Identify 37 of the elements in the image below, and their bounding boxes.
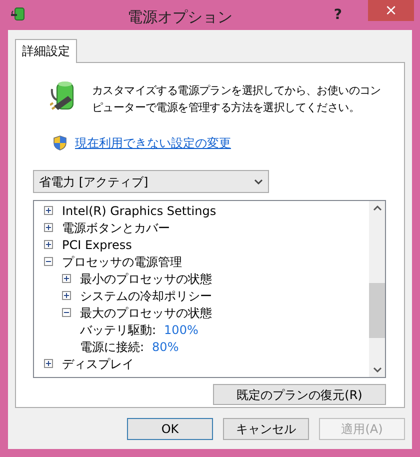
description-text: カスタマイズする電源プランを選択してから、お使いのコンピューターで電源を管理する方法を選択してください。	[92, 83, 382, 116]
tree-item[interactable]: ディスプレイ	[62, 354, 134, 372]
tree-item[interactable]: 最大のプロセッサの状態	[80, 304, 212, 322]
setting-label: 電源に接続:	[80, 338, 144, 356]
tree-item[interactable]: PCI Express	[62, 236, 132, 254]
plan-dropdown[interactable]: 省電力 [アクティブ]	[33, 170, 269, 193]
setting-value[interactable]: 80%	[152, 338, 179, 356]
window-title: 電源オプション	[127, 7, 232, 28]
expand-icon[interactable]	[44, 206, 53, 215]
dialog-button[interactable]: OK	[127, 418, 213, 440]
shield-icon	[53, 135, 67, 151]
tree-item[interactable]: Intel(R) Graphics Settings	[62, 202, 216, 220]
chevron-down-icon	[254, 178, 263, 184]
expand-icon[interactable]	[62, 291, 71, 300]
expand-icon[interactable]	[44, 359, 53, 368]
restore-defaults-button[interactable]: 既定のプランの復元(R)	[213, 384, 386, 405]
close-button[interactable]: ×	[368, 0, 414, 21]
expand-icon[interactable]	[62, 274, 71, 283]
scrollbar-thumb[interactable]	[369, 283, 385, 338]
tree-item[interactable]: 最小のプロセッサの状態	[80, 270, 212, 288]
collapse-icon[interactable]	[62, 308, 71, 317]
scroll-down-icon[interactable]	[372, 367, 382, 373]
change-settings-link[interactable]: 現在利用できない設定の変更	[75, 134, 231, 152]
scrollbar[interactable]	[369, 201, 385, 377]
setting-label: バッテリ駆動:	[80, 322, 156, 338]
tab[interactable]: 詳細設定	[15, 39, 77, 63]
tree-item[interactable]: 電源ボタンとカバー	[62, 218, 170, 236]
expand-icon[interactable]	[44, 223, 53, 232]
tree-item[interactable]: プロセッサの電源管理	[62, 252, 182, 270]
scroll-up-icon[interactable]	[372, 205, 382, 211]
setting-value[interactable]: 100%	[164, 320, 198, 338]
expand-icon[interactable]	[44, 240, 53, 249]
tree-item[interactable]: システムの冷却ポリシー	[80, 286, 212, 304]
dialog-button[interactable]: キャンセル	[223, 418, 309, 440]
battery-plug-icon	[10, 6, 26, 22]
collapse-icon[interactable]	[44, 257, 53, 266]
help-button[interactable]: ?	[334, 5, 342, 26]
